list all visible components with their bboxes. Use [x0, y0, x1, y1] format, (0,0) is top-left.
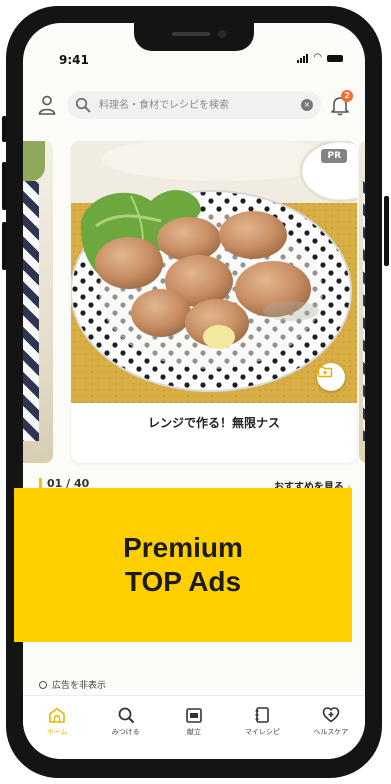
- signal-icon: [297, 54, 309, 63]
- tab-my-recipes[interactable]: マイレシピ: [228, 696, 296, 759]
- save-recipe-button[interactable]: [317, 363, 345, 391]
- recipe-photo-illustration: [71, 141, 357, 403]
- app-screen: 9:41 ◠ ×: [23, 23, 365, 759]
- search-icon: [75, 97, 91, 113]
- previous-slide-preview[interactable]: [23, 141, 53, 463]
- folder-add-icon: [317, 366, 333, 378]
- notification-button[interactable]: 2: [329, 90, 353, 116]
- featured-recipe-card[interactable]: PR レンジで作る！無限ナス: [71, 141, 357, 463]
- pager-indicator: [39, 478, 42, 488]
- battery-icon: [327, 55, 343, 62]
- tab-home-label: ホーム: [46, 728, 68, 736]
- tab-my-recipes-label: マイレシピ: [244, 728, 280, 736]
- tab-menu-plan-label: 献立: [187, 728, 202, 736]
- pr-badge: PR: [321, 149, 347, 163]
- wifi-icon: ◠: [313, 52, 322, 63]
- hide-ads-link[interactable]: 広告を非表示: [39, 678, 106, 691]
- tab-discover-label: みつける: [111, 728, 140, 736]
- user-icon[interactable]: [37, 94, 57, 116]
- front-camera: [218, 30, 226, 38]
- ad-banner-line1: Premium: [123, 532, 243, 563]
- top-bar: × 2: [23, 85, 365, 125]
- phone-power-button: [384, 196, 389, 266]
- hide-ads-label: 広告を非表示: [52, 681, 107, 691]
- status-icons: ◠: [297, 53, 343, 63]
- ad-banner-line2: TOP Ads: [124, 566, 242, 597]
- tab-menu-plan[interactable]: 献立: [160, 696, 228, 759]
- search-bar[interactable]: ×: [67, 91, 321, 119]
- phone-notch: [134, 23, 254, 51]
- status-time: 9:41: [59, 53, 89, 67]
- notebook-icon: [255, 707, 270, 723]
- speaker-grille: [172, 32, 210, 36]
- search-input[interactable]: [97, 98, 297, 112]
- calendar-icon: [186, 708, 202, 723]
- next-slide-preview[interactable]: [359, 141, 365, 463]
- clear-search-icon[interactable]: ×: [301, 99, 313, 111]
- search-icon: [118, 707, 134, 723]
- tab-home[interactable]: ホーム: [23, 696, 91, 759]
- tab-healthcare-label: ヘルスケア: [313, 728, 349, 736]
- tab-healthcare[interactable]: ヘルスケア: [297, 696, 365, 759]
- tab-discover[interactable]: みつける: [91, 696, 159, 759]
- featured-carousel[interactable]: PR レンジで作る！無限ナス: [23, 133, 365, 463]
- phone-frame: 9:41 ◠ ×: [6, 6, 382, 778]
- notification-badge: 2: [341, 90, 353, 102]
- recipe-title[interactable]: レンジで作る！無限ナス: [71, 411, 357, 435]
- bottom-tab-bar: ホーム みつける 献立 マイレシピ ヘルスケア: [23, 695, 365, 759]
- recipe-photo[interactable]: PR: [71, 141, 357, 403]
- home-icon: [49, 707, 66, 723]
- premium-ad-banner[interactable]: Premium TOP Ads: [14, 488, 352, 642]
- heart-icon: [322, 707, 340, 723]
- hide-ads-icon: [39, 680, 47, 689]
